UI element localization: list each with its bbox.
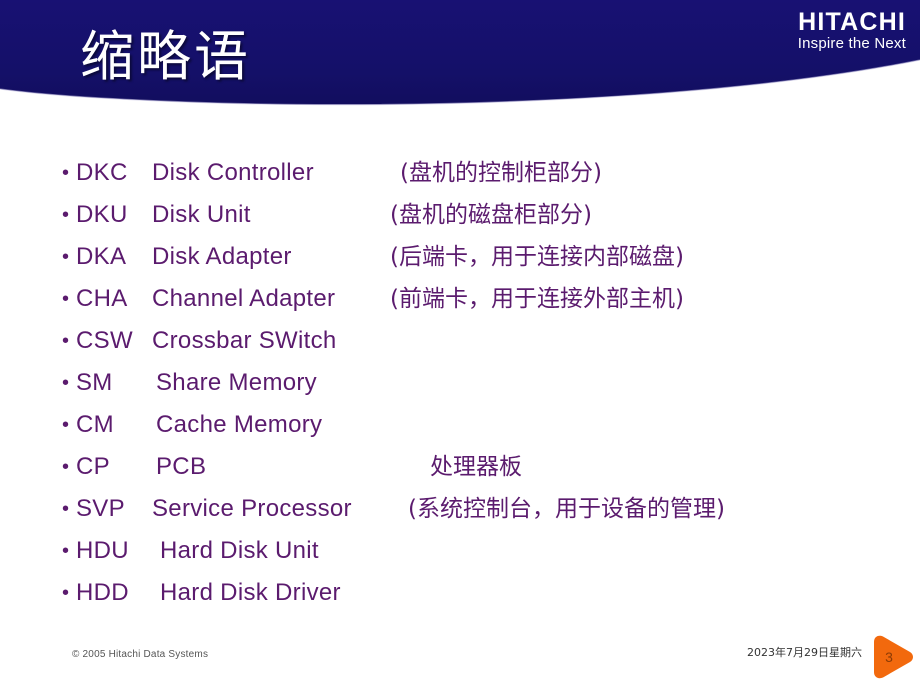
abbreviation-note: (系统控制台，用于设备的管理): [408, 496, 725, 522]
page-title: 缩略语: [80, 25, 251, 88]
abbreviation-code: CHA: [76, 285, 128, 312]
abbreviation-code: DKU: [76, 201, 128, 228]
bullet-icon: •: [62, 498, 70, 520]
list-item: • CM Cache Memory: [0, 404, 920, 446]
hitachi-logo: HITACHI Inspire the Next: [798, 9, 906, 53]
abbreviation-expansion: Disk Controller: [152, 159, 314, 186]
page-number-badge: 3: [870, 634, 914, 680]
abbreviation-expansion: Hard Disk Driver: [160, 579, 341, 606]
bullet-icon: •: [62, 330, 70, 352]
slide-canvas: 缩略语 HITACHI Inspire the Next • DKC Disk Co…: [0, 0, 920, 690]
abbreviation-expansion: Share Memory: [156, 369, 317, 396]
list-item: • HDD Hard Disk Driver: [0, 572, 920, 614]
abbreviation-code: HDU: [76, 537, 129, 564]
bullet-icon: •: [62, 162, 70, 184]
abbreviation-code: DKA: [76, 243, 127, 270]
abbreviation-code: DKC: [76, 159, 128, 186]
footer-date: 2023年7月29日星期六: [747, 646, 862, 659]
bullet-icon: •: [62, 288, 70, 310]
abbreviation-note: (前端卡，用于连接外部主机): [390, 286, 684, 312]
abbreviation-expansion: Channel Adapter: [152, 285, 336, 312]
list-item: • DKA Disk Adapter (后端卡，用于连接内部磁盘): [0, 236, 920, 278]
list-item: • CHA Channel Adapter (前端卡，用于连接外部主机): [0, 278, 920, 320]
abbreviation-note: (后端卡，用于连接内部磁盘): [390, 244, 684, 270]
abbreviation-expansion: Crossbar SWitch: [152, 327, 337, 354]
list-item: • SM Share Memory: [0, 362, 920, 404]
list-item: • CP PCB 处理器板: [0, 446, 920, 488]
abbreviation-expansion: PCB: [156, 453, 207, 480]
bullet-icon: •: [62, 372, 70, 394]
bullet-icon: •: [62, 204, 70, 226]
abbreviation-expansion: Hard Disk Unit: [160, 537, 319, 564]
logo-wordmark: HITACHI: [798, 8, 906, 36]
abbreviation-expansion: Service Processor: [152, 495, 352, 522]
abbreviation-note: 处理器板: [430, 454, 522, 480]
bullet-icon: •: [62, 540, 70, 562]
logo-tagline: Inspire the Next: [797, 35, 906, 52]
abbreviation-note: (盘机的控制柜部分): [400, 160, 602, 186]
abbreviation-code: HDD: [76, 579, 129, 606]
bullet-icon: •: [62, 414, 70, 436]
abbreviation-expansion: Cache Memory: [156, 411, 323, 438]
page-number-text: 3: [885, 649, 893, 665]
list-item: • SVP Service Processor (系统控制台，用于设备的管理): [0, 488, 920, 530]
abbreviation-code: CP: [76, 453, 110, 480]
list-item: • CSW Crossbar SWitch: [0, 320, 920, 362]
abbreviation-code: CM: [76, 411, 114, 438]
list-item: • DKC Disk Controller (盘机的控制柜部分): [0, 152, 920, 194]
footer-copyright: © 2005 Hitachi Data Systems: [72, 649, 209, 660]
bullet-icon: •: [62, 246, 70, 268]
abbreviation-code: SM: [76, 369, 113, 396]
abbreviation-expansion: Disk Unit: [152, 201, 251, 228]
bullet-icon: •: [62, 456, 70, 478]
abbreviation-expansion: Disk Adapter: [152, 243, 292, 270]
abbreviation-list: • DKC Disk Controller (盘机的控制柜部分) • DKU Disk Un…: [0, 152, 920, 614]
list-item: • HDU Hard Disk Unit: [0, 530, 920, 572]
abbreviation-code: CSW: [76, 327, 133, 354]
abbreviation-code: SVP: [76, 495, 125, 522]
list-item: • DKU Disk Unit (盘机的磁盘柜部分): [0, 194, 920, 236]
abbreviation-note: (盘机的磁盘柜部分): [390, 202, 592, 228]
bullet-icon: •: [62, 582, 70, 604]
